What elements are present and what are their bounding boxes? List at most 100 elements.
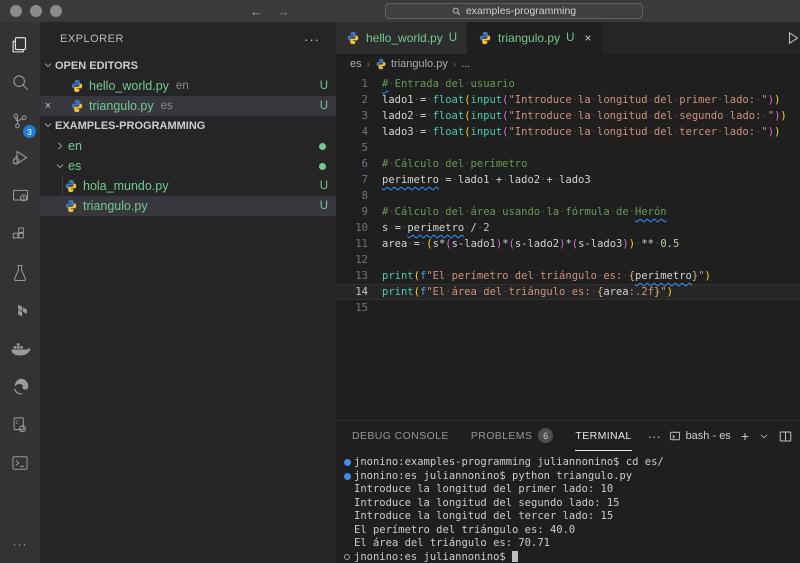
tab-hello_world.py[interactable]: hello_world.py U bbox=[336, 22, 469, 54]
folder-en[interactable]: en bbox=[40, 136, 336, 156]
file-label: triangulo.py bbox=[83, 199, 148, 213]
line-number: 1 bbox=[361, 78, 368, 90]
tab-triangulo.py[interactable]: triangulo.py U × bbox=[468, 22, 603, 54]
code-line-6: 6 #·Cálculo·del·perímetro bbox=[336, 156, 800, 172]
problems-count-badge: 6 bbox=[538, 428, 554, 443]
chevron-down-icon bbox=[52, 162, 68, 170]
python-icon bbox=[65, 199, 77, 213]
chevron-right-icon: › bbox=[452, 58, 457, 70]
activity-bar: 3 C ··· bbox=[0, 22, 40, 563]
line-number: 4 bbox=[361, 126, 368, 138]
panel-more-button[interactable]: ··· bbox=[648, 429, 661, 444]
open-editor-hello_world.py[interactable]: hello_world.py en U bbox=[40, 76, 336, 96]
file-hola_mundo.py[interactable]: hola_mundo.py U bbox=[40, 176, 336, 196]
chevron-down-icon bbox=[44, 120, 52, 132]
git-modified-badge: U bbox=[566, 32, 575, 44]
file-label: triangulo.py bbox=[89, 99, 154, 113]
bottom-panel: DEBUG CONSOLE PROBLEMS 6 TERMINAL ··· bash … bbox=[336, 420, 800, 563]
panel-tab-problems[interactable]: PROBLEMS 6 bbox=[471, 421, 554, 451]
activity-item-remote-explorer[interactable] bbox=[0, 180, 40, 218]
close-window-button[interactable] bbox=[10, 5, 22, 17]
terminal-line: Introduce la longitud del segundo lado: … bbox=[354, 496, 620, 509]
terminal-line: El área del triángulo es: 70.71 bbox=[354, 537, 550, 549]
terminal-instance-label: bash - es bbox=[685, 430, 731, 442]
open-editors-header[interactable]: OPEN EDITORS bbox=[40, 56, 336, 76]
explorer-sidebar: EXPLORER ··· OPEN EDITORS hello_world.py e… bbox=[40, 22, 336, 563]
python-icon bbox=[65, 179, 77, 193]
activity-item-run-and-debug[interactable] bbox=[0, 142, 40, 180]
run-python-file-button[interactable] bbox=[786, 22, 800, 54]
activity-item-edge-tools[interactable] bbox=[0, 370, 40, 408]
breadcrumb-item[interactable]: es bbox=[350, 58, 362, 70]
code-line-7: 7 perimetro·=·lado1·+·lado2·+·lado3 bbox=[336, 172, 800, 188]
explorer-actions-button[interactable]: ··· bbox=[304, 32, 320, 47]
activity-more-button[interactable]: ··· bbox=[0, 529, 40, 559]
file-label: hello_world.py bbox=[89, 79, 169, 93]
minimize-window-button[interactable] bbox=[30, 5, 42, 17]
code-line-8: 8 bbox=[336, 188, 800, 204]
code-line-1: 1 #·Entrada·del·usuario bbox=[336, 76, 800, 92]
folder-es[interactable]: es bbox=[40, 156, 336, 176]
chevron-down-icon bbox=[760, 434, 768, 439]
history-back-icon[interactable]: ← bbox=[250, 4, 263, 19]
window-controls[interactable] bbox=[10, 5, 62, 17]
file-dir-label: es bbox=[160, 100, 173, 112]
line-number: 11 bbox=[355, 238, 368, 250]
chevron-down-icon bbox=[44, 60, 52, 72]
new-terminal-button[interactable]: + bbox=[741, 428, 749, 444]
line-number: 9 bbox=[361, 206, 368, 218]
command-center-search[interactable]: examples-programming bbox=[385, 3, 643, 19]
open-editor-triangulo.py[interactable]: × triangulo.py es U bbox=[40, 96, 336, 116]
workspace-header[interactable]: EXAMPLES-PROGRAMMING bbox=[40, 116, 336, 136]
git-modified-badge: U bbox=[319, 80, 328, 92]
code-editor[interactable]: 1 #·Entrada·del·usuario 2 lado1·=·float(inp… bbox=[336, 74, 800, 420]
split-terminal-button[interactable] bbox=[779, 430, 792, 443]
activity-item-source-control[interactable]: 3 bbox=[0, 104, 40, 142]
tab-bar: hello_world.py U triangulo.py U × bbox=[336, 22, 800, 54]
activity-item-testing[interactable] bbox=[0, 256, 40, 294]
extensions-icon bbox=[10, 225, 30, 250]
python-icon bbox=[71, 79, 83, 93]
terminal-line: El perímetro del triángulo es: 40.0 bbox=[354, 523, 576, 536]
panel-tab-terminal[interactable]: TERMINAL bbox=[575, 421, 632, 451]
terminal-instance-selector[interactable]: bash - es bbox=[669, 430, 731, 442]
file-label: hola_mundo.py bbox=[83, 179, 169, 193]
activity-item-explorer[interactable] bbox=[0, 28, 40, 66]
maximize-window-button[interactable] bbox=[50, 5, 62, 17]
terminal-dropdown-button[interactable] bbox=[759, 431, 769, 441]
split-panel-icon bbox=[779, 431, 792, 441]
file-triangulo.py[interactable]: triangulo.py U bbox=[40, 196, 336, 216]
code-line-15: 15 bbox=[336, 300, 800, 316]
tabs-container: hello_world.py U triangulo.py U × bbox=[336, 22, 603, 54]
tab-label: triangulo.py bbox=[498, 31, 561, 45]
history-forward-icon[interactable]: → bbox=[277, 4, 290, 19]
code-line-3: 3 lado2·=·float(input("Introduce·la·longi… bbox=[336, 108, 800, 124]
line-number: 6 bbox=[361, 158, 368, 170]
activity-item-cmake[interactable]: C bbox=[0, 408, 40, 446]
terminal-line: jnonino:es juliannonino$ python triangul… bbox=[340, 470, 800, 484]
activity-item-terminal-tool[interactable] bbox=[0, 446, 40, 484]
activity-item-docker[interactable] bbox=[0, 332, 40, 370]
docker-icon bbox=[9, 338, 31, 365]
line-number: 12 bbox=[355, 254, 368, 266]
indent-guide bbox=[62, 196, 63, 216]
python-icon bbox=[376, 58, 386, 70]
terminal-output[interactable]: jnonino:examples-programming juliannonin… bbox=[336, 451, 800, 563]
close-icon[interactable]: × bbox=[584, 31, 591, 45]
close-icon[interactable]: × bbox=[40, 100, 56, 112]
activity-item-extensions[interactable] bbox=[0, 218, 40, 256]
line-number: 3 bbox=[361, 110, 368, 122]
editor-group: hello_world.py U triangulo.py U × es › triangu… bbox=[336, 22, 800, 563]
activity-item-search[interactable] bbox=[0, 66, 40, 104]
breadcrumb-item[interactable]: ... bbox=[461, 58, 470, 70]
terminal-line: Introduce la longitud del primer lado: 1… bbox=[354, 483, 614, 495]
tab-label: hello_world.py bbox=[366, 31, 443, 45]
git-modified-badge: U bbox=[319, 200, 328, 212]
python-icon bbox=[71, 99, 83, 113]
breadcrumb-item[interactable]: triangulo.py bbox=[375, 58, 448, 70]
panel-tab-debug-console[interactable]: DEBUG CONSOLE bbox=[352, 421, 449, 451]
code-line-5: 5 bbox=[336, 140, 800, 156]
activity-item-terraform[interactable] bbox=[0, 294, 40, 332]
terminal-line: jnonino:examples-programming juliannonin… bbox=[340, 456, 800, 470]
command-pending-dot bbox=[344, 554, 350, 561]
